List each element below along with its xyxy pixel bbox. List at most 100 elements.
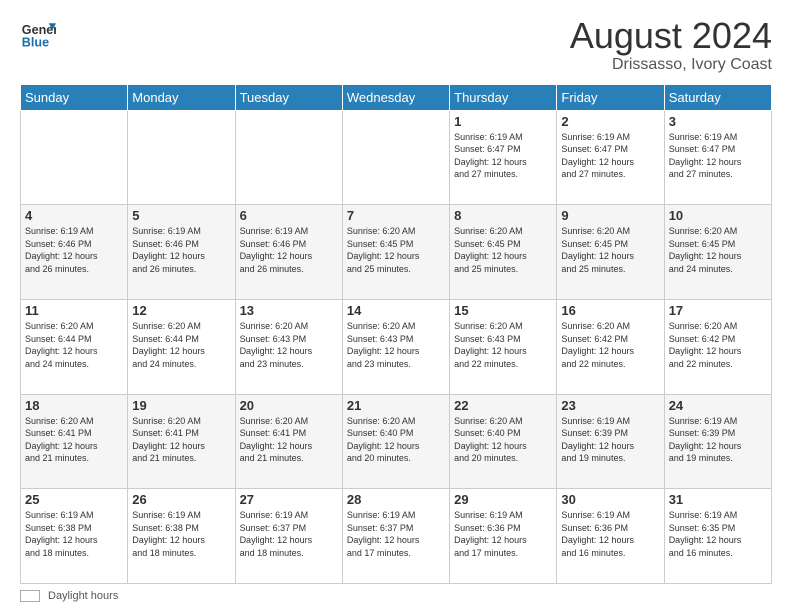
day-number: 9: [561, 208, 659, 223]
day-number: 13: [240, 303, 338, 318]
day-number: 14: [347, 303, 445, 318]
day-number: 28: [347, 492, 445, 507]
day-info: Sunrise: 6:20 AM Sunset: 6:43 PM Dayligh…: [240, 320, 338, 370]
day-info: Sunrise: 6:19 AM Sunset: 6:35 PM Dayligh…: [669, 509, 767, 559]
day-number: 11: [25, 303, 123, 318]
calendar-cell: 15Sunrise: 6:20 AM Sunset: 6:43 PM Dayli…: [450, 299, 557, 394]
logo: General Blue: [20, 16, 56, 52]
footer-label: Daylight hours: [48, 590, 118, 602]
calendar-cell: 16 Sunrise: 6:20 AM Sunset: 6:42 PM Dayli…: [557, 299, 664, 394]
day-number: 27: [240, 492, 338, 507]
day-info: Sunrise: 6:19 AM Sunset: 6:38 PM Dayligh…: [132, 509, 230, 559]
calendar-cell: 21 Sunrise: 6:20 AM Sunset: 6:40 PM Dayli…: [342, 394, 449, 489]
week-row-4: 25Sunrise: 6:19 AM Sunset: 6:38 PM Dayli…: [21, 489, 772, 584]
daylight-box: [20, 590, 40, 602]
day-header-tuesday: Tuesday: [235, 84, 342, 110]
calendar-cell: 30Sunrise: 6:19 AM Sunset: 6:36 PM Dayli…: [557, 489, 664, 584]
week-row-2: 11 Sunrise: 6:20 AM Sunset: 6:44 PM Dayli…: [21, 299, 772, 394]
day-number: 19: [132, 398, 230, 413]
day-number: 7: [347, 208, 445, 223]
day-header-thursday: Thursday: [450, 84, 557, 110]
calendar-cell: [235, 110, 342, 205]
calendar-cell: 7 Sunrise: 6:20 AM Sunset: 6:45 PM Daylig…: [342, 205, 449, 300]
calendar-cell: [21, 110, 128, 205]
day-header-monday: Monday: [128, 84, 235, 110]
day-info: Sunrise: 6:19 AM Sunset: 6:39 PM Dayligh…: [669, 415, 767, 465]
main-title: August 2024: [570, 16, 772, 56]
day-number: 16: [561, 303, 659, 318]
day-info: Sunrise: 6:20 AM Sunset: 6:42 PM Dayligh…: [669, 320, 767, 370]
calendar-cell: 27Sunrise: 6:19 AM Sunset: 6:37 PM Dayli…: [235, 489, 342, 584]
day-info: Sunrise: 6:20 AM Sunset: 6:41 PM Dayligh…: [25, 415, 123, 465]
day-info: Sunrise: 6:19 AM Sunset: 6:36 PM Dayligh…: [454, 509, 552, 559]
day-info: Sunrise: 6:20 AM Sunset: 6:44 PM Dayligh…: [25, 320, 123, 370]
calendar-cell: 18 Sunrise: 6:20 AM Sunset: 6:41 PM Dayli…: [21, 394, 128, 489]
day-info: Sunrise: 6:19 AM Sunset: 6:37 PM Dayligh…: [347, 509, 445, 559]
day-number: 21: [347, 398, 445, 413]
day-number: 31: [669, 492, 767, 507]
calendar-cell: 3 Sunrise: 6:19 AM Sunset: 6:47 PM Daylig…: [664, 110, 771, 205]
day-info: Sunrise: 6:19 AM Sunset: 6:47 PM Dayligh…: [561, 131, 659, 181]
calendar-cell: 9 Sunrise: 6:20 AM Sunset: 6:45 PM Daylig…: [557, 205, 664, 300]
day-info: Sunrise: 6:20 AM Sunset: 6:45 PM Dayligh…: [561, 225, 659, 275]
header: General Blue August 2024 Drissasso, Ivor…: [20, 16, 772, 74]
calendar-cell: 19 Sunrise: 6:20 AM Sunset: 6:41 PM Dayli…: [128, 394, 235, 489]
footer: Daylight hours: [20, 590, 772, 602]
calendar-cell: 22 Sunrise: 6:20 AM Sunset: 6:40 PM Dayli…: [450, 394, 557, 489]
day-info: Sunrise: 6:20 AM Sunset: 6:43 PM Dayligh…: [454, 320, 552, 370]
day-number: 1: [454, 114, 552, 129]
calendar-cell: 31 Sunrise: 6:19 AM Sunset: 6:35 PM Dayli…: [664, 489, 771, 584]
calendar-cell: 5 Sunrise: 6:19 AM Sunset: 6:46 PM Daylig…: [128, 205, 235, 300]
calendar-cell: 25Sunrise: 6:19 AM Sunset: 6:38 PM Dayli…: [21, 489, 128, 584]
calendar-cell: 8 Sunrise: 6:20 AM Sunset: 6:45 PM Daylig…: [450, 205, 557, 300]
day-number: 12: [132, 303, 230, 318]
calendar-cell: [128, 110, 235, 205]
day-info: Sunrise: 6:20 AM Sunset: 6:42 PM Dayligh…: [561, 320, 659, 370]
calendar-cell: 29Sunrise: 6:19 AM Sunset: 6:36 PM Dayli…: [450, 489, 557, 584]
day-number: 20: [240, 398, 338, 413]
day-info: Sunrise: 6:20 AM Sunset: 6:41 PM Dayligh…: [132, 415, 230, 465]
day-number: 22: [454, 398, 552, 413]
day-info: Sunrise: 6:19 AM Sunset: 6:46 PM Dayligh…: [25, 225, 123, 275]
day-info: Sunrise: 6:20 AM Sunset: 6:40 PM Dayligh…: [454, 415, 552, 465]
calendar-cell: 28 Sunrise: 6:19 AM Sunset: 6:37 PM Dayli…: [342, 489, 449, 584]
day-number: 18: [25, 398, 123, 413]
calendar-cell: 2 Sunrise: 6:19 AM Sunset: 6:47 PM Daylig…: [557, 110, 664, 205]
day-number: 10: [669, 208, 767, 223]
subtitle: Drissasso, Ivory Coast: [570, 56, 772, 74]
calendar-cell: 12 Sunrise: 6:20 AM Sunset: 6:44 PM Dayli…: [128, 299, 235, 394]
day-info: Sunrise: 6:19 AM Sunset: 6:47 PM Dayligh…: [669, 131, 767, 181]
day-info: Sunrise: 6:20 AM Sunset: 6:45 PM Dayligh…: [347, 225, 445, 275]
day-header-wednesday: Wednesday: [342, 84, 449, 110]
day-number: 3: [669, 114, 767, 129]
week-row-0: 1 Sunrise: 6:19 AM Sunset: 6:47 PM Daylig…: [21, 110, 772, 205]
day-number: 5: [132, 208, 230, 223]
day-info: Sunrise: 6:19 AM Sunset: 6:39 PM Dayligh…: [561, 415, 659, 465]
day-info: Sunrise: 6:20 AM Sunset: 6:44 PM Dayligh…: [132, 320, 230, 370]
day-number: 8: [454, 208, 552, 223]
day-info: Sunrise: 6:20 AM Sunset: 6:40 PM Dayligh…: [347, 415, 445, 465]
day-info: Sunrise: 6:19 AM Sunset: 6:46 PM Dayligh…: [240, 225, 338, 275]
day-info: Sunrise: 6:20 AM Sunset: 6:45 PM Dayligh…: [454, 225, 552, 275]
day-number: 24: [669, 398, 767, 413]
day-info: Sunrise: 6:19 AM Sunset: 6:47 PM Dayligh…: [454, 131, 552, 181]
day-number: 23: [561, 398, 659, 413]
calendar-cell: 11 Sunrise: 6:20 AM Sunset: 6:44 PM Dayli…: [21, 299, 128, 394]
day-number: 2: [561, 114, 659, 129]
day-header-sunday: Sunday: [21, 84, 128, 110]
day-number: 4: [25, 208, 123, 223]
calendar-cell: 23 Sunrise: 6:19 AM Sunset: 6:39 PM Dayli…: [557, 394, 664, 489]
day-info: Sunrise: 6:20 AM Sunset: 6:43 PM Dayligh…: [347, 320, 445, 370]
title-block: August 2024 Drissasso, Ivory Coast: [570, 16, 772, 74]
week-row-1: 4 Sunrise: 6:19 AM Sunset: 6:46 PM Daylig…: [21, 205, 772, 300]
calendar-cell: 6Sunrise: 6:19 AM Sunset: 6:46 PM Daylig…: [235, 205, 342, 300]
calendar-cell: 1 Sunrise: 6:19 AM Sunset: 6:47 PM Daylig…: [450, 110, 557, 205]
day-number: 30: [561, 492, 659, 507]
week-row-3: 18 Sunrise: 6:20 AM Sunset: 6:41 PM Dayli…: [21, 394, 772, 489]
calendar-cell: 26 Sunrise: 6:19 AM Sunset: 6:38 PM Dayli…: [128, 489, 235, 584]
day-info: Sunrise: 6:20 AM Sunset: 6:41 PM Dayligh…: [240, 415, 338, 465]
calendar-cell: 14 Sunrise: 6:20 AM Sunset: 6:43 PM Dayli…: [342, 299, 449, 394]
header-row: SundayMondayTuesdayWednesdayThursdayFrid…: [21, 84, 772, 110]
day-number: 26: [132, 492, 230, 507]
day-info: Sunrise: 6:19 AM Sunset: 6:46 PM Dayligh…: [132, 225, 230, 275]
